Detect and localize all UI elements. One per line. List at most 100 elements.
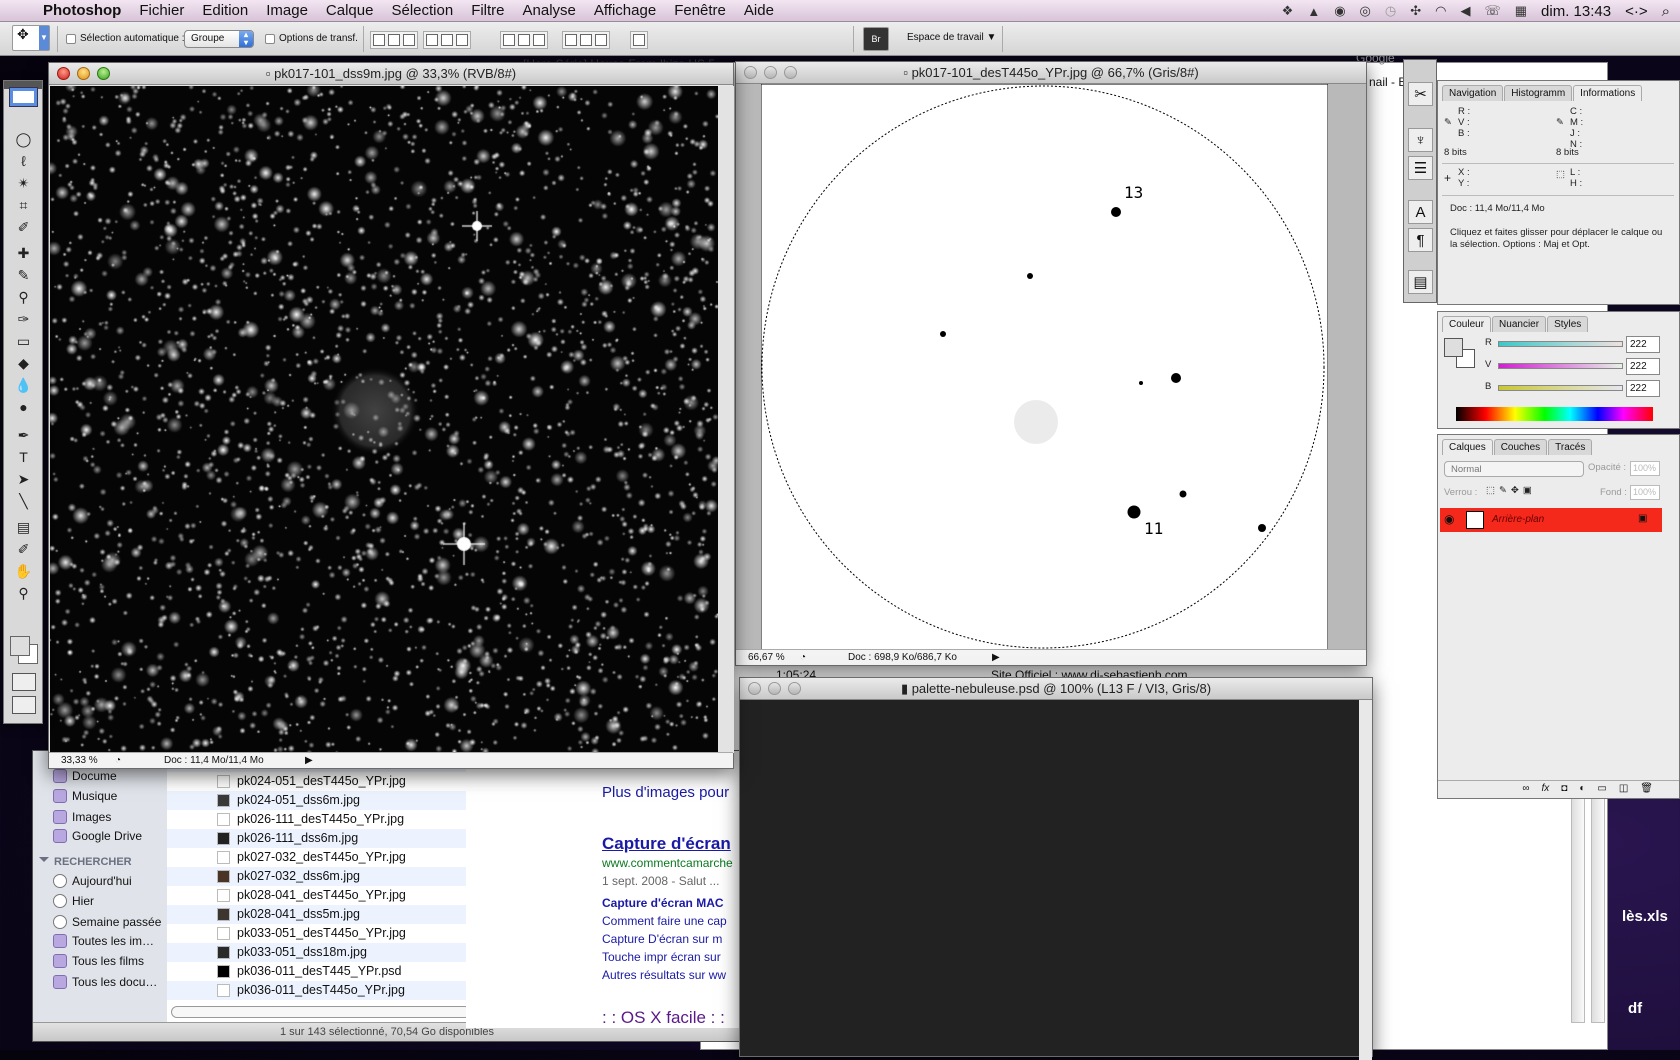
clone-stamp-tool[interactable]: ⚲ bbox=[10, 287, 37, 307]
close-button[interactable] bbox=[744, 66, 757, 79]
sidebar-item[interactable]: Tous les films bbox=[53, 954, 144, 968]
title-bar[interactable]: ▮ palette-nebuleuse.psd @ 100% (L13 F / … bbox=[740, 678, 1372, 700]
value-b[interactable]: 222 bbox=[1626, 380, 1660, 397]
path-selection-tool[interactable]: ➤ bbox=[10, 469, 37, 489]
auto-align-button[interactable] bbox=[630, 31, 648, 49]
distribute-buttons-horizontal[interactable] bbox=[562, 31, 610, 49]
sidebar-item[interactable]: Toutes les im… bbox=[53, 934, 154, 948]
tab-nuancier[interactable]: Nuancier bbox=[1492, 316, 1547, 332]
brush-tool[interactable]: ✎ bbox=[10, 265, 37, 285]
new-layer-icon[interactable]: ◫ bbox=[1619, 783, 1628, 796]
character-icon[interactable]: A bbox=[1408, 200, 1433, 224]
magic-wand-tool[interactable]: ✴ bbox=[10, 173, 37, 193]
dodge-tool[interactable]: ● bbox=[10, 397, 37, 417]
google-drive-icon[interactable]: ▲ bbox=[1307, 4, 1320, 19]
menu-aide[interactable]: Aide bbox=[735, 2, 783, 19]
dropbox-icon[interactable]: ❖ bbox=[1282, 3, 1294, 19]
lock-icons[interactable]: ⬚✎✥▣ bbox=[1486, 485, 1536, 496]
file-row[interactable]: pk026-111_dss6m.jpg bbox=[167, 829, 467, 848]
move-tool-preset-button[interactable]: ✥ ▼ bbox=[12, 25, 50, 51]
file-row[interactable]: pk028-041_desT445o_YPr.jpg bbox=[167, 886, 467, 905]
zoom-level[interactable]: 33,33 % bbox=[61, 755, 98, 766]
finder-chart-image[interactable]: 13 11 bbox=[761, 84, 1328, 650]
slider-v[interactable] bbox=[1498, 363, 1623, 369]
vpn-lock-icon[interactable]: ◎ bbox=[1360, 3, 1371, 19]
file-row[interactable]: pk028-041_dss5m.jpg bbox=[167, 905, 467, 924]
foreground-swatch[interactable] bbox=[1444, 338, 1463, 357]
bluetooth-icon[interactable]: ✣ bbox=[1410, 3, 1421, 19]
tab-histogram[interactable]: Histogramm bbox=[1504, 85, 1573, 101]
horizontal-scrollbar[interactable] bbox=[171, 1006, 471, 1018]
quick-mask-button[interactable] bbox=[12, 673, 36, 691]
extra-menu[interactable]: <·> bbox=[1625, 3, 1648, 20]
group-folder-icon[interactable]: ▭ bbox=[1597, 783, 1606, 796]
history-brush-tool[interactable]: ✑ bbox=[10, 309, 37, 329]
sidebar-item[interactable]: Tous les docu… bbox=[53, 975, 157, 989]
sidebar-item[interactable]: Google Drive bbox=[53, 829, 142, 843]
crop-tool[interactable]: ⌗ bbox=[10, 195, 37, 215]
sidebar-item[interactable]: Aujourd'hui bbox=[53, 874, 132, 888]
eyedropper-tool[interactable]: ✐ bbox=[10, 217, 37, 237]
opacity-field[interactable]: 100% bbox=[1630, 461, 1660, 476]
brushes-icon[interactable]: ♆ bbox=[1408, 128, 1433, 152]
menu-calque[interactable]: Calque bbox=[317, 2, 383, 19]
auto-select-checkbox[interactable]: Sélection automatique : bbox=[66, 33, 185, 44]
clone-source-icon[interactable]: ☰ bbox=[1408, 156, 1433, 180]
fill-field[interactable]: 100% bbox=[1630, 485, 1660, 500]
layer-row[interactable]: ◉ Arrière-plan ▣ bbox=[1440, 508, 1662, 532]
zoom-level[interactable]: 66,67 % bbox=[748, 652, 785, 663]
zoom-button[interactable] bbox=[784, 66, 797, 79]
color-ramp[interactable] bbox=[1456, 407, 1653, 421]
file-row[interactable]: pk024-051_desT445o_YPr.jpg bbox=[167, 772, 467, 791]
sub-link[interactable]: Capture d'écran MAC bbox=[602, 896, 724, 910]
file-row[interactable]: pk036-011_desT445_YPr.psd bbox=[167, 962, 467, 981]
menu-fenetre[interactable]: Fenêtre bbox=[665, 2, 735, 19]
status-arrow-icon[interactable]: ▶ bbox=[992, 652, 1000, 663]
sub-link[interactable]: Comment faire une cap bbox=[602, 914, 727, 928]
file-row[interactable]: pk036-011_desT445o_YPr.jpg bbox=[167, 981, 467, 1000]
workspace-menu[interactable]: Espace de travail ▼ bbox=[907, 32, 996, 43]
desktop-file-pdf[interactable]: df bbox=[1628, 1000, 1642, 1017]
sub-link[interactable]: Capture D'écran sur m bbox=[602, 932, 722, 946]
tab-couches[interactable]: Couches bbox=[1493, 439, 1548, 455]
align-buttons[interactable] bbox=[370, 31, 418, 49]
browser-scrollbar-2[interactable] bbox=[1571, 783, 1585, 1023]
zoom-button[interactable] bbox=[788, 682, 801, 695]
title-bar[interactable]: ▫ pk017-101_desT445o_YPr.jpg @ 66,7% (Gr… bbox=[736, 62, 1366, 84]
vertical-scrollbar[interactable] bbox=[1359, 700, 1372, 1060]
menu-affichage[interactable]: Affichage bbox=[585, 2, 665, 19]
hand-tool[interactable]: ✋ bbox=[10, 561, 37, 581]
spotlight-icon[interactable]: ⌕ bbox=[1662, 3, 1670, 20]
menu-image[interactable]: Image bbox=[257, 2, 317, 19]
blur-tool[interactable]: 💧 bbox=[10, 375, 37, 395]
status-arrow-icon[interactable]: ▶ bbox=[305, 755, 313, 766]
file-row[interactable]: pk026-111_desT445o_YPr.jpg bbox=[167, 810, 467, 829]
layer-comps-icon[interactable]: ▤ bbox=[1408, 270, 1433, 294]
more-images-link[interactable]: Plus d'images pour bbox=[602, 784, 729, 801]
close-button[interactable] bbox=[57, 67, 70, 80]
minimize-button[interactable] bbox=[768, 682, 781, 695]
distribute-buttons[interactable] bbox=[500, 31, 548, 49]
tool-presets-icon[interactable]: ✂ bbox=[1408, 82, 1433, 106]
sidebar-item[interactable]: Hier bbox=[53, 894, 94, 908]
menu-analyse[interactable]: Analyse bbox=[514, 2, 585, 19]
title-bar[interactable]: ▫ pk017-101_dss9m.jpg @ 33,3% (RVB/8#) bbox=[49, 63, 733, 85]
minimize-button[interactable] bbox=[77, 67, 90, 80]
calendar-icon[interactable]: ▦ bbox=[1515, 3, 1527, 19]
status-menu-icon[interactable]: ◔ bbox=[115, 755, 121, 766]
mask-icon[interactable]: ◘ bbox=[1561, 783, 1567, 796]
star-field-image[interactable] bbox=[50, 86, 718, 753]
bg-tab-mail[interactable]: nail - B bbox=[1369, 75, 1406, 89]
line-tool[interactable]: ╲ bbox=[10, 491, 37, 511]
file-row[interactable]: pk033-051_dss18m.jpg bbox=[167, 943, 467, 962]
fx-icon[interactable]: fx bbox=[1542, 783, 1550, 796]
phone-icon[interactable]: ☏ bbox=[1484, 3, 1500, 19]
menu-fichier[interactable]: Fichier bbox=[130, 2, 193, 19]
paint-bucket-tool[interactable]: ◆ bbox=[10, 353, 37, 373]
wifi-icon[interactable]: ◠ bbox=[1435, 3, 1446, 19]
tab-couleur[interactable]: Couleur bbox=[1442, 316, 1492, 332]
lasso-tool[interactable]: ℓ bbox=[10, 151, 37, 171]
sidebar-item[interactable]: Images bbox=[53, 810, 111, 824]
auto-select-dropdown[interactable]: Groupe ▴ ▾ bbox=[184, 30, 254, 48]
align-buttons-vertical[interactable] bbox=[423, 31, 471, 49]
